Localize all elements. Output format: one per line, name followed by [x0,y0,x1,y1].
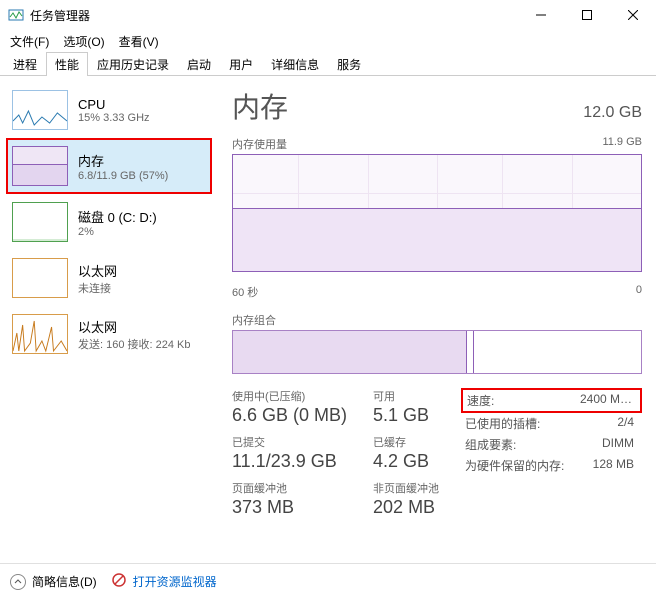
memory-total: 12.0 GB [583,104,642,122]
page-title: 内存 [232,86,288,126]
chevron-up-icon[interactable] [10,574,26,590]
tab-performance[interactable]: 性能 [46,52,88,76]
sidebar-memory-sub: 6.8/11.9 GB (57%) [78,170,168,182]
close-button[interactable] [610,0,656,30]
stat-paged-value: 373 MB [232,497,347,518]
sidebar-cpu-sub: 15% 3.33 GHz [78,112,150,124]
tab-details[interactable]: 详细信息 [262,52,328,76]
speed-label: 速度: [467,392,494,409]
sidebar-eth2-title: 以太网 [78,317,191,336]
slots-value: 2/4 [617,415,634,432]
usage-chart-max: 11.9 GB [602,136,642,152]
stat-avail-value: 5.1 GB [373,405,439,426]
prohibit-icon [111,572,127,591]
sidebar-memory-title: 内存 [78,151,168,170]
maximize-button[interactable] [564,0,610,30]
stat-commit-label: 已提交 [232,434,347,450]
hwreserve-label: 为硬件保留的内存: [465,457,564,474]
menu-view[interactable]: 查看(V) [113,31,165,52]
footer: 简略信息(D) 打开资源监视器 [0,563,656,599]
hwreserve-value: 128 MB [593,457,634,474]
stats-right: 速度: 2400 M… 已使用的插槽: 2/4 组成要素: DIMM 为硬件保留的内存… [461,388,642,518]
stat-inuse-value: 6.6 GB (0 MB) [232,405,347,426]
main-panel: 内存 12.0 GB 内存使用量 11.9 GB 60 秒 0 内存组合 使用中… [212,76,656,563]
memory-composition-chart [232,330,642,374]
slots-label: 已使用的插槽: [465,415,540,432]
window-title: 任务管理器 [30,7,518,24]
tab-app-history[interactable]: 应用历史记录 [88,52,178,76]
chart-x-end: 0 [636,284,642,300]
stat-inuse-label: 使用中(已压缩) [232,388,347,404]
stat-nonpaged-label: 非页面缓冲池 [373,480,439,496]
stats-left: 使用中(已压缩)6.6 GB (0 MB) 可用5.1 GB 已提交11.1/2… [232,388,439,518]
sidebar-item-cpu[interactable]: CPU 15% 3.33 GHz [6,82,212,138]
sidebar-item-ethernet-2[interactable]: 以太网 发送: 160 接收: 224 Kb [6,306,212,362]
open-resource-monitor-link[interactable]: 打开资源监视器 [133,573,217,590]
sidebar-item-ethernet-1[interactable]: 以太网 未连接 [6,250,212,306]
memory-usage-chart [232,154,642,272]
sidebar-eth1-title: 以太网 [78,261,117,280]
stat-nonpaged-value: 202 MB [373,497,439,518]
ethernet-thumb-1 [12,258,68,298]
tab-users[interactable]: 用户 [220,52,262,76]
menu-file[interactable]: 文件(F) [4,31,55,52]
memory-thumb [12,146,68,186]
titlebar: 任务管理器 [0,0,656,30]
form-label: 组成要素: [465,436,516,453]
menu-options[interactable]: 选项(O) [57,31,110,52]
sidebar-item-disk[interactable]: 磁盘 0 (C: D:) 2% [6,194,212,250]
fewer-details-link[interactable]: 简略信息(D) [32,573,97,590]
stat-cached-label: 已缓存 [373,434,439,450]
sidebar-eth2-sub: 发送: 160 接收: 224 Kb [78,336,191,352]
ethernet-thumb-2 [12,314,68,354]
minimize-button[interactable] [518,0,564,30]
tab-services[interactable]: 服务 [328,52,370,76]
stat-paged-label: 页面缓冲池 [232,480,347,496]
tabs: 进程 性能 应用历史记录 启动 用户 详细信息 服务 [0,52,656,76]
usage-chart-label: 内存使用量 [232,136,287,152]
stat-cached-value: 4.2 GB [373,451,439,472]
sidebar-eth1-sub: 未连接 [78,280,117,296]
sidebar: CPU 15% 3.33 GHz 内存 6.8/11.9 GB (57%) 磁盘… [0,76,212,563]
chart-x-start: 60 秒 [232,284,258,300]
sidebar-disk-title: 磁盘 0 (C: D:) [78,207,157,226]
tab-processes[interactable]: 进程 [4,52,46,76]
app-icon [8,7,24,23]
speed-value: 2400 M… [580,392,632,409]
sidebar-cpu-title: CPU [78,97,150,112]
form-value: DIMM [602,436,634,453]
tab-startup[interactable]: 启动 [178,52,220,76]
stat-commit-value: 11.1/23.9 GB [232,451,347,472]
sidebar-disk-sub: 2% [78,226,157,238]
disk-thumb [12,202,68,242]
cpu-thumb [12,90,68,130]
stat-avail-label: 可用 [373,388,439,404]
sidebar-item-memory[interactable]: 内存 6.8/11.9 GB (57%) [6,138,212,194]
menubar: 文件(F) 选项(O) 查看(V) [0,30,656,52]
composition-label: 内存组合 [232,312,642,328]
